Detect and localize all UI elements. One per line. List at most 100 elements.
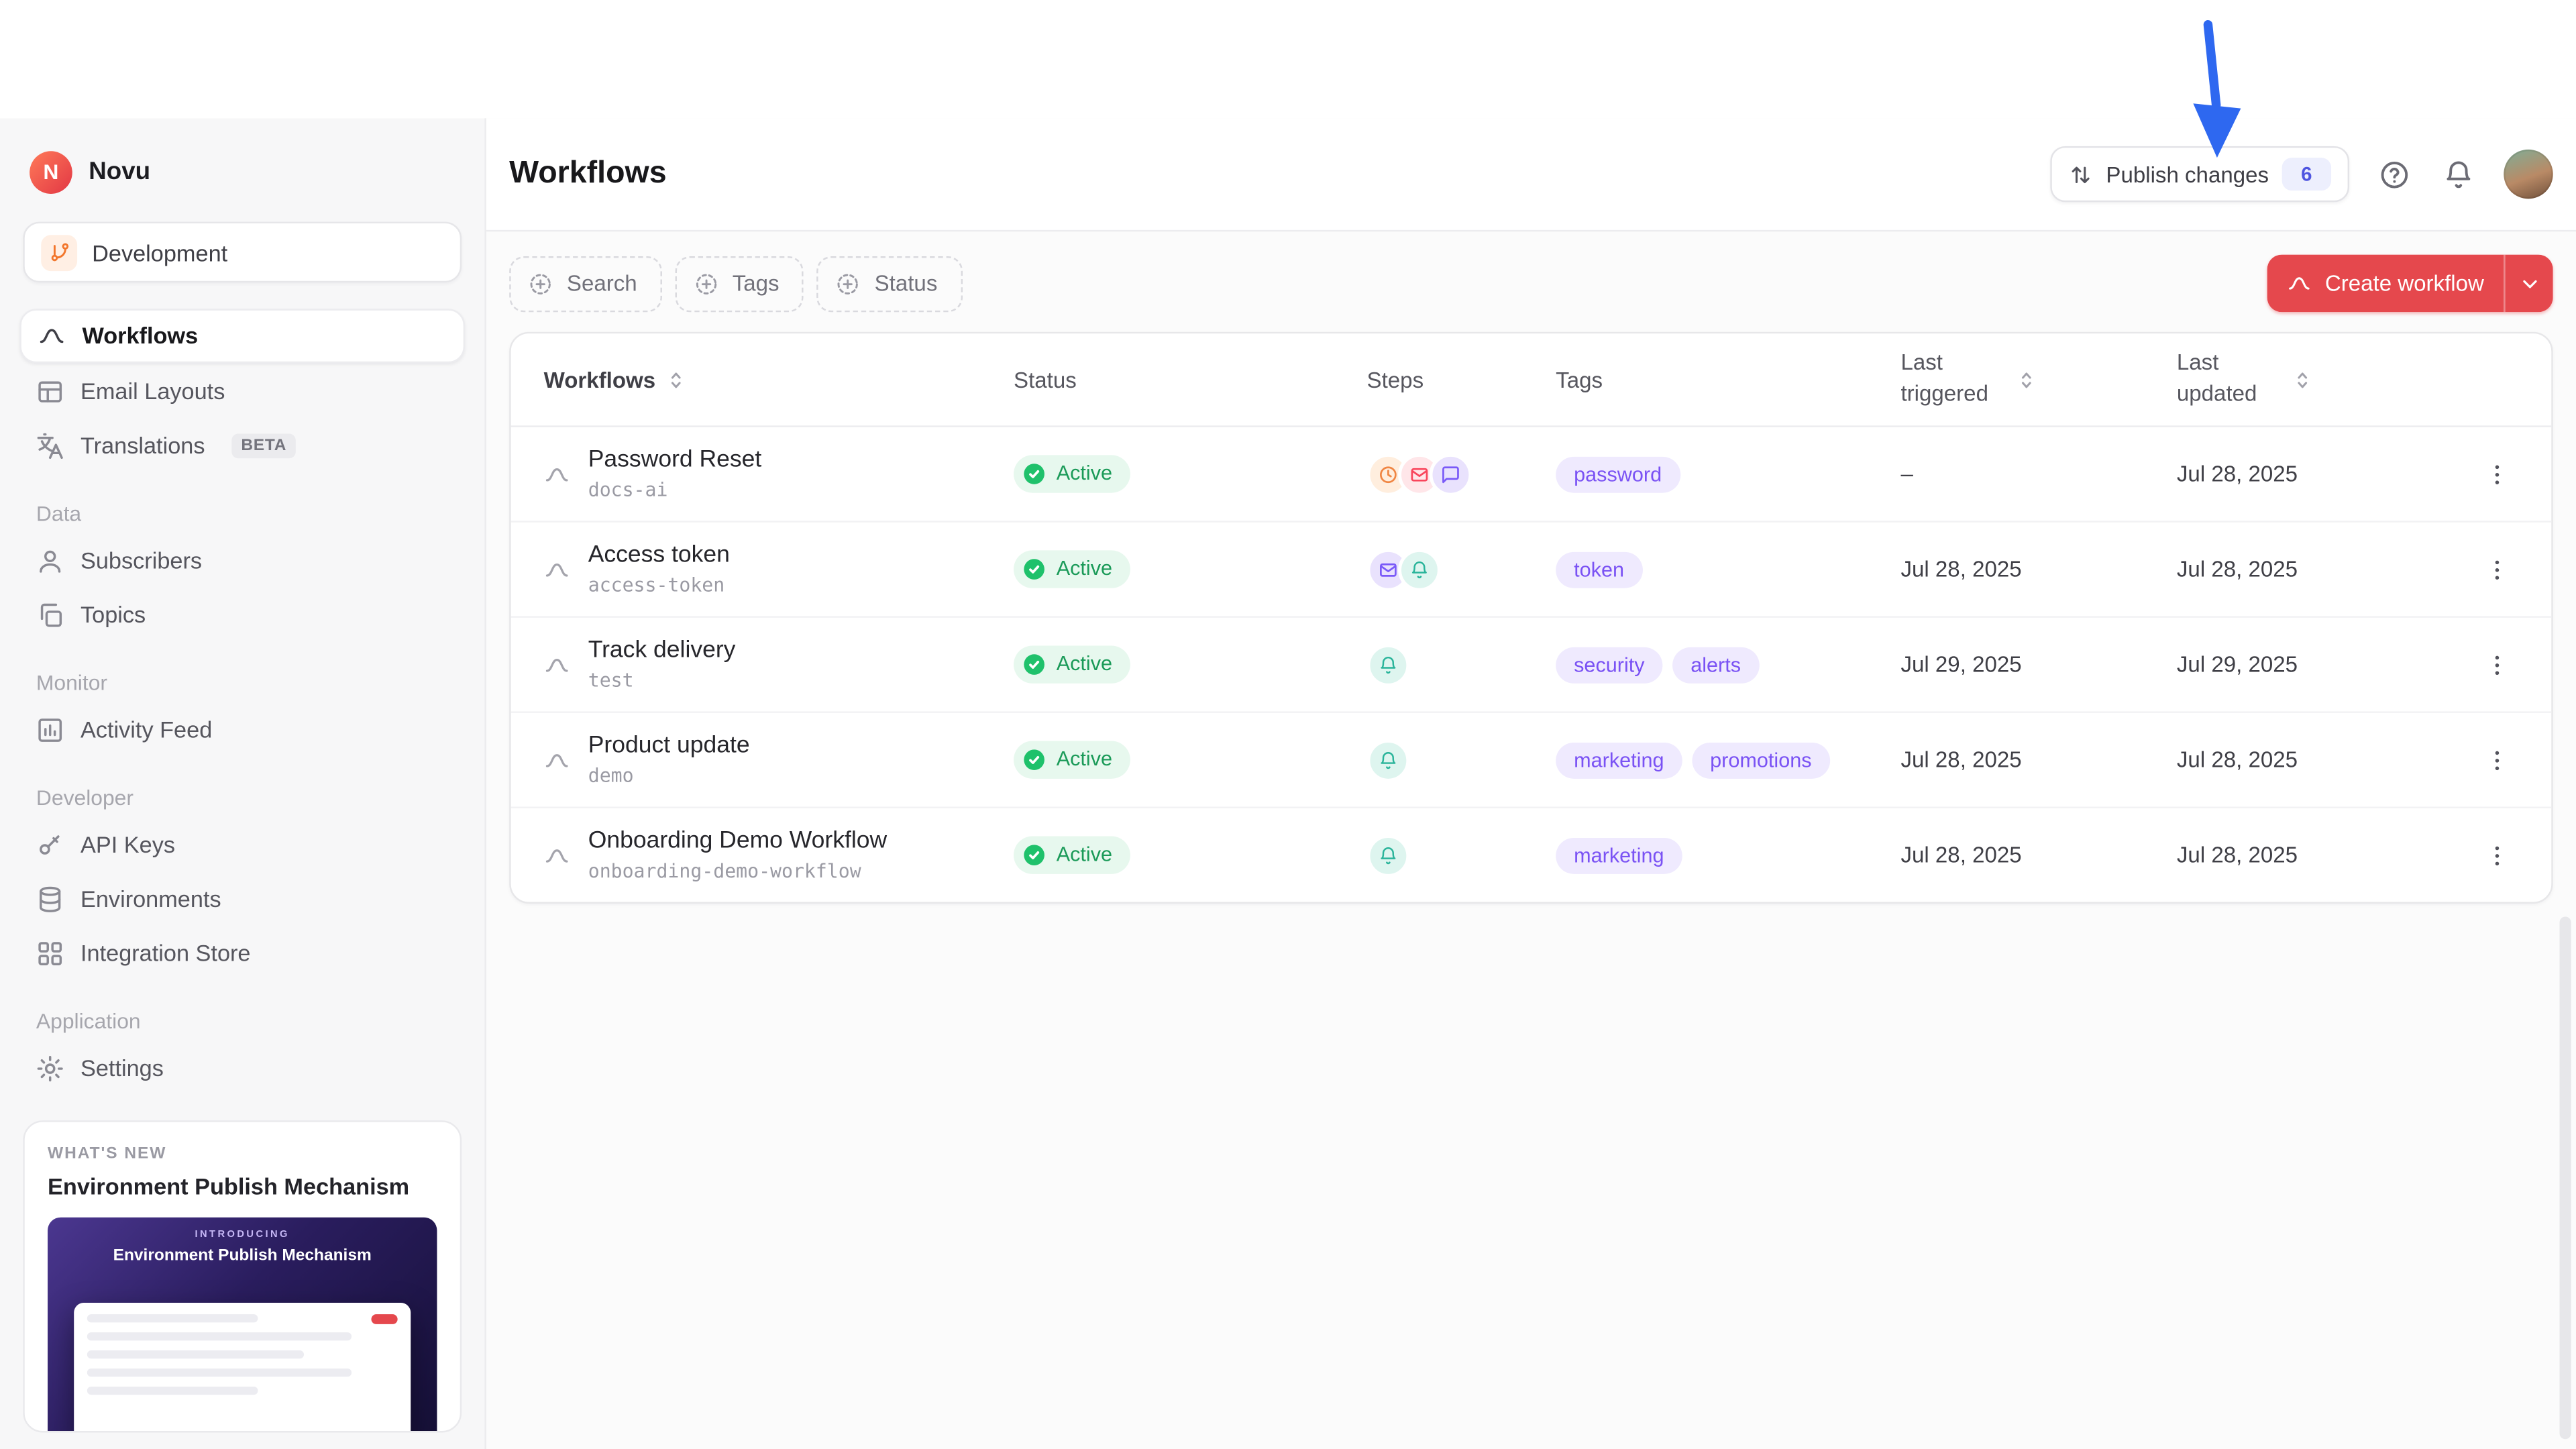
create-workflow-button[interactable]: Create workflow: [2267, 255, 2504, 313]
status-badge: Active: [1014, 549, 1130, 587]
row-actions-button[interactable]: [2473, 735, 2522, 784]
in-app-step-icon: [1367, 643, 1410, 686]
tag-pill: promotions: [1692, 742, 1829, 778]
table-row[interactable]: Onboarding Demo Workflow onboarding-demo…: [511, 808, 2552, 902]
column-label: Last updated: [2177, 348, 2282, 411]
environment-label: Development: [92, 239, 227, 265]
sidebar-item-label: API Keys: [80, 832, 175, 858]
layout-icon: [36, 378, 64, 406]
status-label: Active: [1057, 557, 1112, 580]
tag-pill: marketing: [1556, 837, 1682, 873]
help-icon: [2379, 158, 2410, 190]
search-filter-button[interactable]: Search: [509, 256, 661, 311]
git-compare-icon: [2068, 162, 2093, 186]
avatar[interactable]: [2504, 150, 2553, 199]
plus-circle-icon: [527, 270, 553, 297]
last-triggered-cell: Jul 28, 2025: [1900, 747, 2176, 772]
whats-new-eyebrow: WHAT'S NEW: [48, 1145, 437, 1163]
tag-pill: marketing: [1556, 742, 1682, 778]
tags-filter-button[interactable]: Tags: [675, 256, 804, 311]
table-row[interactable]: Access token access-token Active token: [511, 523, 2552, 618]
steps-cell: [1367, 834, 1556, 877]
sidebar-item-translations[interactable]: Translations BETA: [19, 420, 465, 471]
sidebar-item-label: Translations: [80, 433, 205, 459]
last-triggered-cell: –: [1900, 462, 2176, 486]
workflow-name-cell: Onboarding Demo Workflow onboarding-demo…: [544, 828, 1014, 882]
check-circle-icon: [1022, 842, 1046, 867]
toolbar: Search Tags Status Create workflow: [486, 231, 2576, 331]
sidebar-item-api-keys[interactable]: API Keys: [19, 820, 465, 871]
sidebar-item-settings[interactable]: Settings: [19, 1043, 465, 1094]
table-row[interactable]: Password Reset docs-ai Active p: [511, 427, 2552, 523]
create-workflow-split-button: Create workflow: [2267, 255, 2553, 313]
sidebar-item-environments[interactable]: Environments: [19, 874, 465, 925]
integration-grid-icon: [36, 940, 64, 968]
workflow-icon: [38, 321, 66, 350]
main-content: Workflows Publish changes 6: [486, 118, 2576, 1449]
brand-name: Novu: [89, 158, 150, 186]
table-header: Workflows Status Steps Tags Last trigger…: [511, 333, 2552, 427]
last-updated-cell: Jul 28, 2025: [2177, 747, 2473, 772]
sidebar-item-integration-store[interactable]: Integration Store: [19, 928, 465, 979]
whats-new-thumbnail: INTRODUCING Environment Publish Mechanis…: [48, 1218, 437, 1431]
column-header-last-triggered[interactable]: Last triggered: [1900, 348, 2176, 411]
workflow-slug: docs-ai: [588, 478, 762, 501]
sidebar-item-subscribers[interactable]: Subscribers: [19, 535, 465, 586]
scrollbar-thumb[interactable]: [2560, 917, 2571, 1440]
sidebar-item-email-layouts[interactable]: Email Layouts: [19, 366, 465, 417]
steps-cell: [1367, 739, 1556, 782]
check-circle-icon: [1022, 461, 1046, 486]
section-title-monitor: Monitor: [36, 670, 449, 695]
column-header-workflows[interactable]: Workflows: [544, 367, 1014, 392]
workflow-icon: [544, 842, 570, 868]
column-header-last-updated[interactable]: Last updated: [2177, 348, 2473, 411]
row-actions-button[interactable]: [2473, 449, 2522, 498]
status-badge: Active: [1014, 740, 1130, 777]
kebab-icon: [2484, 461, 2510, 487]
last-updated-cell: Jul 28, 2025: [2177, 843, 2473, 867]
in-app-step-icon: [1367, 739, 1410, 782]
sidebar-item-topics[interactable]: Topics: [19, 590, 465, 641]
create-workflow-caret-button[interactable]: [2504, 255, 2553, 313]
last-updated-cell: Jul 28, 2025: [2177, 462, 2473, 486]
top-strip: [0, 0, 2576, 118]
table-row[interactable]: Track delivery test Active security aler…: [511, 618, 2552, 713]
environment-selector[interactable]: Development: [23, 222, 462, 282]
section-title-application: Application: [36, 1008, 449, 1033]
brand[interactable]: N Novu: [19, 145, 465, 200]
status-filter-button[interactable]: Status: [817, 256, 962, 311]
steps-cell: [1367, 548, 1556, 591]
workflow-slug: access-token: [588, 574, 730, 596]
table-row[interactable]: Product update demo Active marketing pro…: [511, 713, 2552, 808]
publish-changes-button[interactable]: Publish changes 6: [2050, 146, 2349, 202]
sidebar-item-workflows[interactable]: Workflows: [19, 309, 465, 363]
row-actions-button[interactable]: [2473, 545, 2522, 594]
status-badge: Active: [1014, 835, 1130, 873]
row-actions-button[interactable]: [2473, 640, 2522, 689]
tags-cell: marketing promotions: [1556, 725, 1838, 794]
column-header-status: Status: [1014, 367, 1367, 392]
help-button[interactable]: [2375, 155, 2413, 193]
notifications-button[interactable]: [2440, 155, 2477, 193]
chevron-down-icon: [2518, 272, 2540, 294]
tag-pill: security: [1556, 647, 1662, 683]
thumbnail-title: Environment Publish Mechanism: [80, 1245, 404, 1267]
row-actions-button[interactable]: [2473, 830, 2522, 879]
tags-cell: token: [1556, 535, 1838, 604]
workflow-name-cell: Access token access-token: [544, 542, 1014, 596]
whats-new-card[interactable]: WHAT'S NEW Environment Publish Mechanism…: [23, 1120, 462, 1432]
git-branch-icon: [41, 234, 77, 270]
in-app-step-icon: [1398, 548, 1441, 591]
last-triggered-cell: Jul 28, 2025: [1900, 557, 2176, 582]
sidebar-item-activity-feed[interactable]: Activity Feed: [19, 704, 465, 755]
gear-icon: [36, 1055, 64, 1083]
sidebar-item-label: Integration Store: [80, 941, 251, 967]
workflow-icon: [2288, 271, 2312, 296]
column-label: Workflows: [544, 367, 656, 392]
column-header-steps: Steps: [1367, 367, 1556, 392]
tags-cell: password: [1556, 439, 1838, 508]
status-label: Active: [1057, 843, 1112, 865]
filter-label: Status: [875, 271, 938, 296]
last-updated-cell: Jul 28, 2025: [2177, 557, 2473, 582]
workflow-name: Onboarding Demo Workflow: [588, 828, 887, 854]
